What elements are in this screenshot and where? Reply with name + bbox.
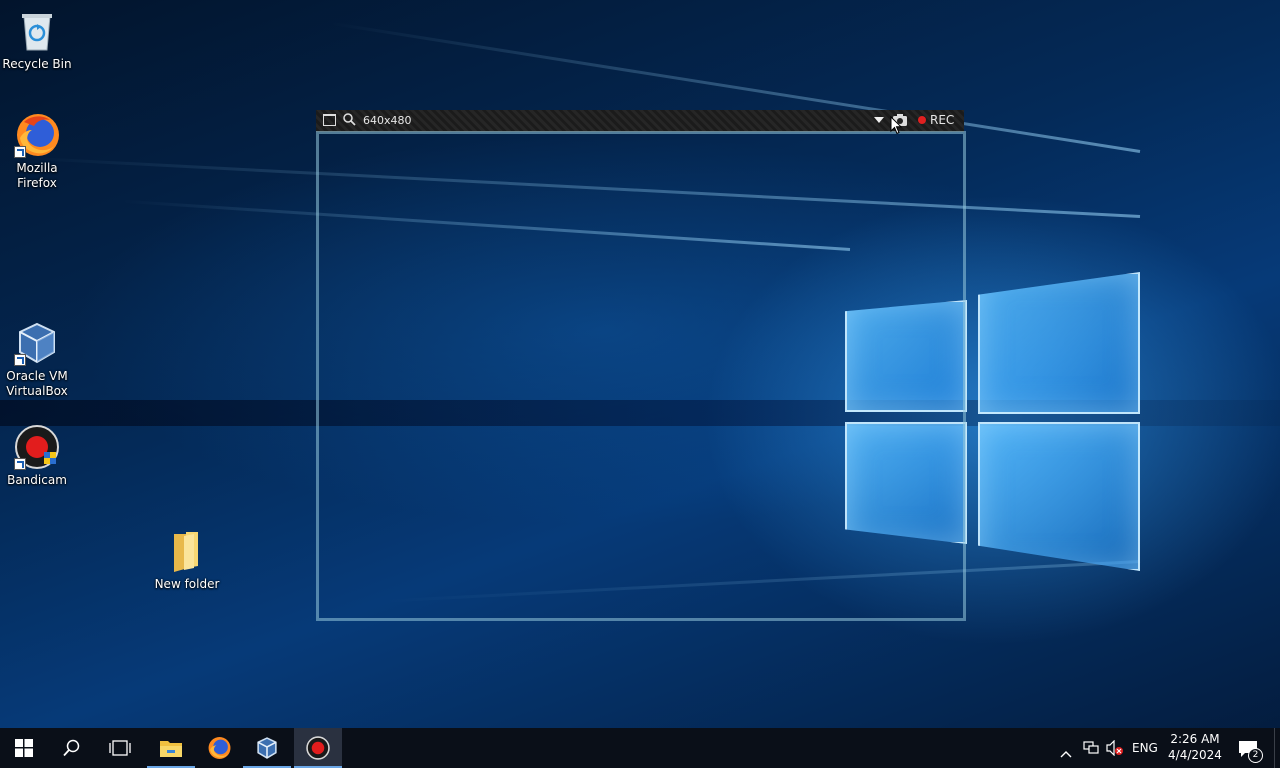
clock-time: 2:26 AM xyxy=(1170,732,1220,746)
shortcut-arrow-icon xyxy=(14,458,26,470)
mouse-cursor-icon xyxy=(890,116,902,135)
recycle-bin-icon xyxy=(14,8,60,54)
taskbar-bandicam[interactable] xyxy=(294,728,342,768)
desktop-icon-label: VirtualBox xyxy=(6,384,68,398)
taskbar-file-explorer[interactable] xyxy=(147,728,195,768)
shortcut-arrow-icon xyxy=(14,146,26,158)
desktop-icon-recycle-bin[interactable]: Recycle Bin xyxy=(0,8,74,72)
action-center-button[interactable]: 2 xyxy=(1236,738,1263,763)
firefox-icon xyxy=(14,112,60,158)
search-icon xyxy=(63,739,80,757)
volume-muted-icon[interactable] xyxy=(1106,739,1124,760)
desktop-icon-new-folder[interactable]: New folder xyxy=(150,528,224,592)
capture-resolution[interactable]: 640x480 xyxy=(363,114,412,127)
desktop: Recycle Bin Mozilla Firefox Oracle VM Vi… xyxy=(0,0,1280,768)
capture-region-frame[interactable] xyxy=(316,131,966,621)
chevron-down-icon[interactable] xyxy=(874,117,884,123)
notification-badge: 2 xyxy=(1248,748,1263,763)
bandicam-icon xyxy=(306,736,330,760)
virtualbox-icon xyxy=(14,320,60,366)
window-mode-icon[interactable] xyxy=(323,114,336,126)
taskbar-firefox[interactable] xyxy=(195,728,243,768)
show-desktop-button[interactable] xyxy=(1274,728,1280,768)
windows-logo-pane xyxy=(978,422,1140,571)
chevron-up-icon[interactable] xyxy=(1060,743,1072,762)
desktop-icon-label: Mozilla xyxy=(16,161,58,175)
rec-label: REC xyxy=(930,113,955,127)
desktop-icon-label: New folder xyxy=(154,577,220,591)
bandicam-capture-toolbar[interactable]: 640x480 REC xyxy=(316,110,964,132)
search-button[interactable] xyxy=(48,728,96,768)
folder-icon xyxy=(164,528,210,574)
taskbar: ENG 2:26 AM 4/4/2024 2 xyxy=(0,728,1280,768)
clock[interactable]: 2:26 AM 4/4/2024 xyxy=(1166,731,1224,763)
network-icon[interactable] xyxy=(1083,740,1099,759)
firefox-icon xyxy=(208,737,231,759)
desktop-icon-bandicam[interactable]: Bandicam xyxy=(0,424,74,488)
desktop-icon-mozilla-firefox[interactable]: Mozilla Firefox xyxy=(0,112,74,191)
clock-date: 4/4/2024 xyxy=(1168,748,1222,762)
language-indicator[interactable]: ENG xyxy=(1132,741,1158,755)
virtualbox-icon xyxy=(257,737,277,759)
desktop-icon-label: Recycle Bin xyxy=(2,57,72,71)
desktop-icon-label: Bandicam xyxy=(7,473,67,487)
desktop-icon-oracle-vm-virtualbox[interactable]: Oracle VM VirtualBox xyxy=(0,320,74,399)
record-dot-icon xyxy=(918,116,926,124)
start-button[interactable] xyxy=(0,728,48,768)
shortcut-arrow-icon xyxy=(14,354,26,366)
search-icon[interactable] xyxy=(342,112,356,129)
file-explorer-icon xyxy=(160,741,182,757)
desktop-icon-label: Oracle VM xyxy=(6,369,68,383)
windows-logo-pane xyxy=(978,272,1140,414)
task-view-icon xyxy=(109,740,131,756)
taskbar-virtualbox[interactable] xyxy=(243,728,291,768)
bandicam-icon xyxy=(14,424,60,470)
rec-button[interactable]: REC xyxy=(918,113,954,127)
desktop-icon-label: Firefox xyxy=(17,176,57,190)
task-view-button[interactable] xyxy=(96,728,144,768)
windows-start-icon xyxy=(15,739,33,757)
